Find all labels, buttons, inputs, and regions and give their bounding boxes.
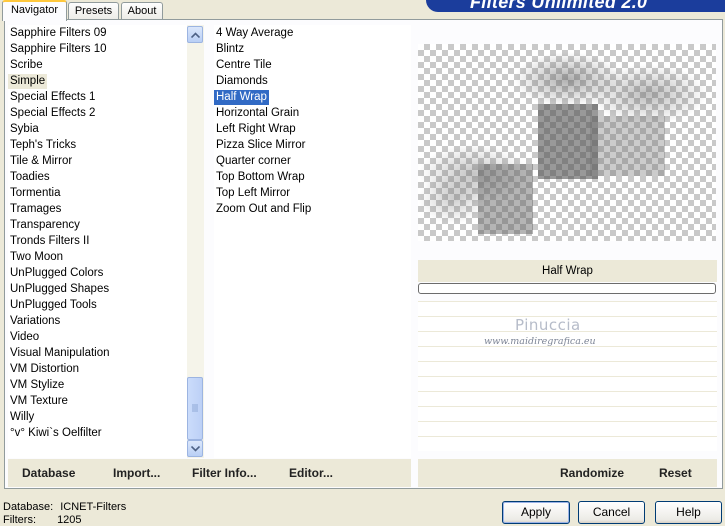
- filter-item[interactable]: Diamonds: [214, 74, 270, 89]
- category-scrollbar[interactable]: [187, 25, 204, 458]
- category-item[interactable]: Tile & Mirror: [8, 154, 74, 169]
- database-link-bar: Database Import... Filter Info... Editor…: [8, 459, 411, 487]
- category-item[interactable]: Tronds Filters II: [8, 234, 91, 249]
- category-item[interactable]: VM Distortion: [8, 362, 81, 377]
- grip-icon: [192, 404, 198, 412]
- category-item[interactable]: Two Moon: [8, 250, 65, 265]
- category-item[interactable]: Tramages: [8, 202, 63, 217]
- filter-item[interactable]: Left Right Wrap: [214, 122, 298, 137]
- watermark-name: Pinuccia: [515, 316, 581, 334]
- category-item[interactable]: Transparency: [8, 218, 82, 233]
- filter-item[interactable]: Quarter corner: [214, 154, 293, 169]
- import-link[interactable]: Import...: [113, 466, 160, 480]
- filter-item[interactable]: Blintz: [214, 42, 246, 57]
- category-item[interactable]: VM Stylize: [8, 378, 66, 393]
- filter-item[interactable]: Horizontal Grain: [214, 106, 301, 121]
- category-item[interactable]: Willy: [8, 410, 36, 425]
- tab-presets[interactable]: Presets: [68, 2, 119, 20]
- category-list[interactable]: Sapphire Filters 09 Sapphire Filters 10 Sc…: [8, 25, 187, 458]
- status-filters: Filters: 1205: [3, 514, 82, 526]
- filter-info-link[interactable]: Filter Info...: [192, 466, 257, 480]
- category-item[interactable]: Simple: [8, 74, 48, 89]
- category-item[interactable]: VM Texture: [8, 394, 70, 409]
- scroll-down-button[interactable]: [187, 440, 203, 457]
- category-item[interactable]: Special Effects 2: [8, 106, 97, 121]
- preview-filter-name: Half Wrap: [418, 260, 717, 282]
- watermark-url: www.maidiregrafica.eu: [484, 336, 596, 347]
- tab-about[interactable]: About: [121, 2, 163, 20]
- filters-label: Filters:: [3, 514, 36, 526]
- filters-value: 1205: [57, 514, 82, 526]
- database-label: Database:: [3, 501, 54, 513]
- reset-link[interactable]: Reset: [659, 466, 692, 480]
- category-item[interactable]: Teph's Tricks: [8, 138, 78, 153]
- filter-item[interactable]: Top Left Mirror: [214, 186, 292, 201]
- category-item[interactable]: UnPlugged Colors: [8, 266, 105, 281]
- tab-navigator[interactable]: Navigator: [2, 0, 67, 21]
- status-database: Database: ICNET-Filters: [3, 501, 126, 513]
- category-item[interactable]: Video: [8, 330, 41, 345]
- category-item[interactable]: Variations: [8, 314, 62, 329]
- editor-link[interactable]: Editor...: [289, 466, 333, 480]
- filter-item[interactable]: Top Bottom Wrap: [214, 170, 307, 185]
- filter-item[interactable]: Half Wrap: [214, 90, 269, 105]
- category-item[interactable]: Sapphire Filters 10: [8, 42, 109, 57]
- database-link[interactable]: Database: [22, 466, 75, 480]
- category-item[interactable]: UnPlugged Shapes: [8, 282, 111, 297]
- chevron-up-icon: [190, 31, 200, 38]
- database-value: ICNET-Filters: [60, 501, 127, 513]
- progress-bar: [418, 283, 716, 294]
- banner-title: Filters Unlimited 2.0: [470, 0, 648, 12]
- filter-item[interactable]: Centre Tile: [214, 58, 274, 73]
- category-item[interactable]: Visual Manipulation: [8, 346, 112, 361]
- category-item[interactable]: Toadies: [8, 170, 52, 185]
- category-item[interactable]: Scribe: [8, 58, 45, 73]
- category-item[interactable]: Sybia: [8, 122, 41, 137]
- scroll-up-button[interactable]: [187, 26, 203, 43]
- category-item[interactable]: °v° Kiwi`s Oelfilter: [8, 426, 104, 441]
- randomize-link[interactable]: Randomize: [560, 466, 624, 480]
- category-item[interactable]: Special Effects 1: [8, 90, 97, 105]
- title-banner: Filters Unlimited 2.0: [426, 0, 725, 12]
- filter-item[interactable]: 4 Way Average: [214, 26, 295, 41]
- category-item[interactable]: Tormentia: [8, 186, 63, 201]
- scroll-thumb[interactable]: [187, 377, 203, 440]
- category-item[interactable]: UnPlugged Tools: [8, 298, 99, 313]
- filter-item[interactable]: Zoom Out and Flip: [214, 202, 313, 217]
- preview-link-bar: Randomize Reset: [418, 459, 717, 487]
- category-item[interactable]: Sapphire Filters 09: [8, 26, 109, 41]
- filter-list[interactable]: 4 Way Average Blintz Centre Tile Diamonds Ha…: [214, 25, 411, 458]
- filter-preview: [418, 44, 716, 241]
- chevron-down-icon: [190, 445, 200, 452]
- filter-item[interactable]: Pizza Slice Mirror: [214, 138, 307, 153]
